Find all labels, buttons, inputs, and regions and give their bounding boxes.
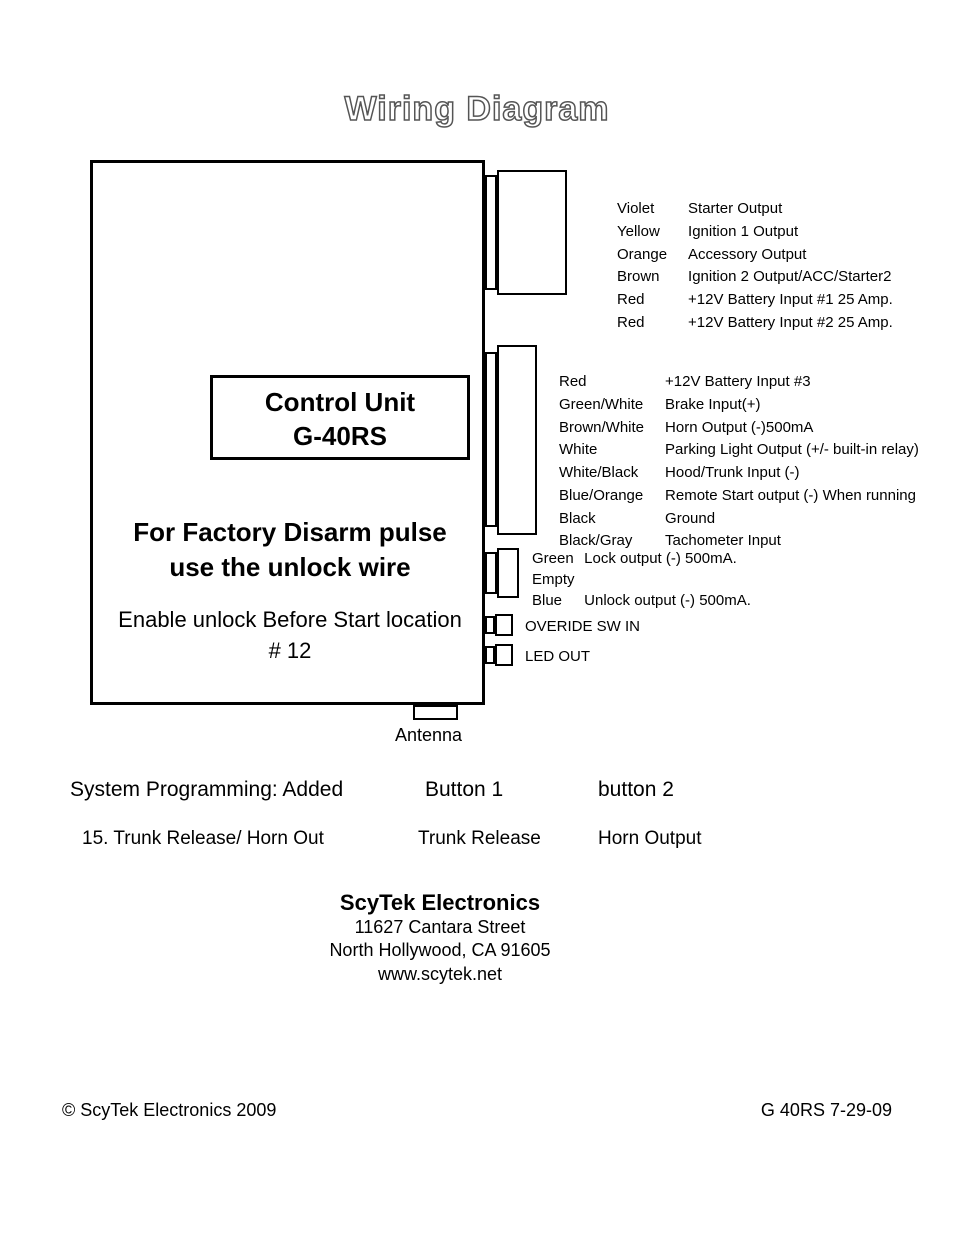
wire-desc: Unlock output (-) 500mA.	[584, 592, 751, 609]
led-body	[495, 644, 513, 666]
wire-desc: Hood/Trunk Input (-)	[664, 463, 920, 484]
wire-desc: +12V Battery Input #1 25 Amp.	[687, 290, 894, 311]
wire-color: Blue	[532, 590, 580, 611]
wire-color: Brown	[616, 267, 685, 288]
wire-color: Red	[558, 372, 662, 393]
led-connector	[485, 646, 495, 664]
disarm-line1: For Factory Disarm pulse	[133, 517, 447, 547]
led-label: LED OUT	[525, 648, 590, 665]
control-unit-line2: G-40RS	[293, 421, 387, 451]
enable-line2: # 12	[269, 638, 312, 663]
override-label: OVERIDE SW IN	[525, 618, 640, 635]
page-title: Wiring Diagram	[0, 90, 954, 129]
wire-desc: Ignition 1 Output	[687, 222, 894, 243]
wire-desc: Accessory Output	[687, 245, 894, 266]
antenna-label: Antenna	[395, 725, 462, 746]
programming-header-1: System Programming: Added	[70, 778, 343, 802]
company-info: ScyTek Electronics 11627 Cantara Street …	[0, 890, 880, 986]
wire-color: Blue/Orange	[558, 486, 662, 507]
control-unit-line1: Control Unit	[265, 387, 415, 417]
connector-b-outer	[485, 352, 497, 527]
footer-model-date: G 40RS 7-29-09	[761, 1100, 892, 1121]
wire-desc: +12V Battery Input #2 25 Amp.	[687, 313, 894, 334]
wire-desc: Ignition 2 Output/ACC/Starter2	[687, 267, 894, 288]
connector-c-outer	[485, 552, 497, 594]
programming-row-item: 15. Trunk Release/ Horn Out	[82, 828, 324, 850]
company-web: www.scytek.net	[0, 963, 880, 986]
control-unit-label-box: Control Unit G-40RS	[210, 375, 470, 460]
wire-color: Red	[616, 313, 685, 334]
wire-color: White/Black	[558, 463, 662, 484]
disarm-line2: use the unlock wire	[169, 552, 410, 582]
factory-disarm-note: For Factory Disarm pulse use the unlock …	[100, 515, 480, 585]
wire-desc: Horn Output (-)500mA	[664, 418, 920, 439]
programming-header-2: Button 1	[425, 778, 503, 802]
wire-color: Brown/White	[558, 418, 662, 439]
enable-unlock-note: Enable unlock Before Start location # 12	[100, 605, 480, 667]
wire-color: White	[558, 440, 662, 461]
wire-color: Black	[558, 509, 662, 530]
enable-line1: Enable unlock Before Start location	[118, 607, 462, 632]
antenna-connector	[413, 705, 458, 720]
wire-desc: +12V Battery Input #3	[664, 372, 920, 393]
footer-copyright: © ScyTek Electronics 2009	[62, 1100, 276, 1121]
programming-header-3: button 2	[598, 778, 674, 802]
override-body	[495, 614, 513, 636]
connector-b-wire-list: Red+12V Battery Input #3 Green/WhiteBrak…	[556, 370, 922, 554]
wire-color: Orange	[616, 245, 685, 266]
connector-a-outer	[485, 175, 497, 290]
wire-desc: Parking Light Output (+/- built-in relay…	[664, 440, 920, 461]
wire-color: Yellow	[616, 222, 685, 243]
connector-a-wire-list: VioletStarter Output YellowIgnition 1 Ou…	[614, 197, 896, 336]
company-street: 11627 Cantara Street	[0, 916, 880, 939]
wire-desc: Ground	[664, 509, 920, 530]
wire-color: Red	[616, 290, 685, 311]
wire-color: Violet	[616, 199, 685, 220]
connector-c-body	[497, 548, 519, 598]
wire-color: Green/White	[558, 395, 662, 416]
connector-c-wire-list: Green Lock output (-) 500mA. Empty Blue …	[532, 548, 751, 611]
connector-b-body	[497, 345, 537, 535]
wire-desc: Remote Start output (-) When running	[664, 486, 920, 507]
connector-a-body	[497, 170, 567, 295]
wire-desc: Brake Input(+)	[664, 395, 920, 416]
programming-row-button2: Horn Output	[598, 828, 702, 850]
override-connector	[485, 616, 495, 634]
wire-desc: Lock output (-) 500mA.	[584, 550, 737, 567]
company-city: North Hollywood, CA 91605	[0, 939, 880, 962]
programming-row-button1: Trunk Release	[418, 828, 541, 850]
wire-desc: Starter Output	[687, 199, 894, 220]
wire-color: Green	[532, 548, 580, 569]
wire-color: Empty	[532, 569, 580, 590]
company-name: ScyTek Electronics	[0, 890, 880, 916]
